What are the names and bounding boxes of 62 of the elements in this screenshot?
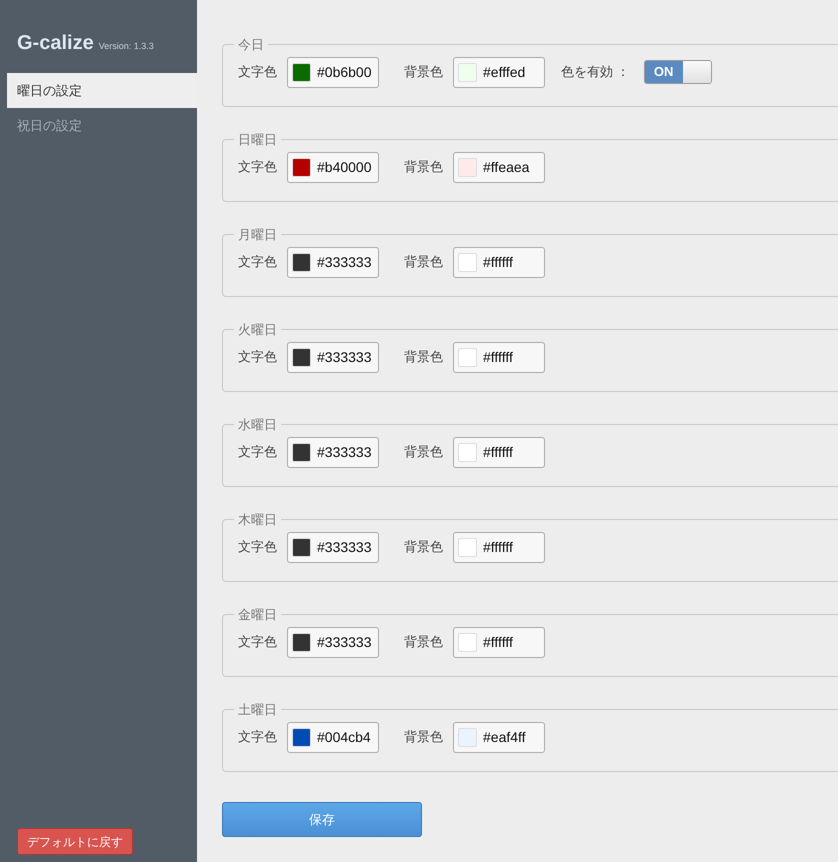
group-title: 木曜日	[237, 511, 278, 529]
color-value: #333333	[317, 348, 372, 366]
nav-item[interactable]: 曜日の設定	[7, 73, 197, 108]
color-field[interactable]: #ffffff	[453, 532, 545, 562]
background-color-label: 背景色	[404, 728, 443, 746]
text-color-label: 文字色	[238, 728, 277, 746]
color-field[interactable]: #ffffff	[453, 436, 545, 468]
group-title: 水曜日	[237, 416, 278, 434]
color-value: #ffffff	[483, 632, 513, 652]
group-title: 土曜日	[237, 701, 278, 719]
color-value: #ffffff	[483, 348, 513, 366]
text-color-label: 文字色	[238, 443, 277, 462]
app-title: G-calize	[17, 31, 94, 56]
color-field[interactable]: #eaf4ff	[453, 722, 545, 752]
group-title: 火曜日	[237, 321, 278, 339]
text-color-label: 文字色	[238, 348, 277, 366]
text-color-label: 文字色	[238, 158, 277, 176]
color-value: #ffeaea	[483, 158, 530, 176]
color-value: #ffffff	[483, 252, 513, 272]
color-field[interactable]: #ffffff	[453, 246, 545, 278]
text-color-label: 文字色	[238, 538, 277, 556]
color-value: #333333	[317, 538, 372, 556]
background-color-label: 背景色	[404, 538, 443, 556]
color-field[interactable]: #333333	[287, 246, 379, 278]
group-title: 今日	[237, 36, 265, 54]
color-value: #eaf4ff	[483, 728, 526, 746]
color-value: #ffffff	[483, 442, 513, 462]
toggle-label: 色を有効 ：	[561, 63, 630, 82]
color-field[interactable]: #b40000	[287, 152, 379, 182]
text-color-label: 文字色	[238, 63, 277, 82]
color-field[interactable]: #004cb4	[287, 722, 379, 752]
background-color-label: 背景色	[404, 443, 443, 462]
app-version: Version: 1.3.3	[98, 40, 154, 53]
color-field[interactable]: #333333	[287, 626, 379, 658]
color-field[interactable]: #333333	[287, 342, 379, 372]
reset-button[interactable]: デフォルトに戻す	[17, 828, 133, 855]
color-value: #efffed	[483, 62, 526, 82]
color-field[interactable]: #333333	[287, 436, 379, 468]
color-value: #333333	[317, 252, 372, 272]
color-field[interactable]: #ffffff	[453, 626, 545, 658]
background-color-label: 背景色	[404, 158, 443, 176]
color-value: #333333	[317, 442, 372, 462]
background-color-label: 背景色	[404, 63, 443, 82]
color-field[interactable]: #333333	[287, 532, 379, 562]
color-value: #ffffff	[483, 538, 513, 556]
toggle-switch[interactable]: ON	[644, 60, 712, 84]
color-field[interactable]: #0b6b00	[287, 56, 379, 88]
background-color-label: 背景色	[404, 253, 443, 272]
background-color-label: 背景色	[404, 633, 443, 652]
background-color-label: 背景色	[404, 348, 443, 366]
color-field[interactable]: #ffeaea	[453, 152, 545, 182]
color-value: #0b6b00	[317, 62, 372, 82]
color-value: #004cb4	[317, 728, 371, 746]
color-field[interactable]: #ffffff	[453, 342, 545, 372]
text-color-label: 文字色	[238, 253, 277, 272]
color-field[interactable]: #efffed	[453, 56, 545, 88]
group-title: 日曜日	[237, 131, 278, 149]
color-value: #b40000	[317, 158, 372, 176]
text-color-label: 文字色	[238, 633, 277, 652]
group-title: 金曜日	[237, 606, 278, 624]
group-title: 月曜日	[237, 226, 278, 244]
color-value: #333333	[317, 632, 372, 652]
